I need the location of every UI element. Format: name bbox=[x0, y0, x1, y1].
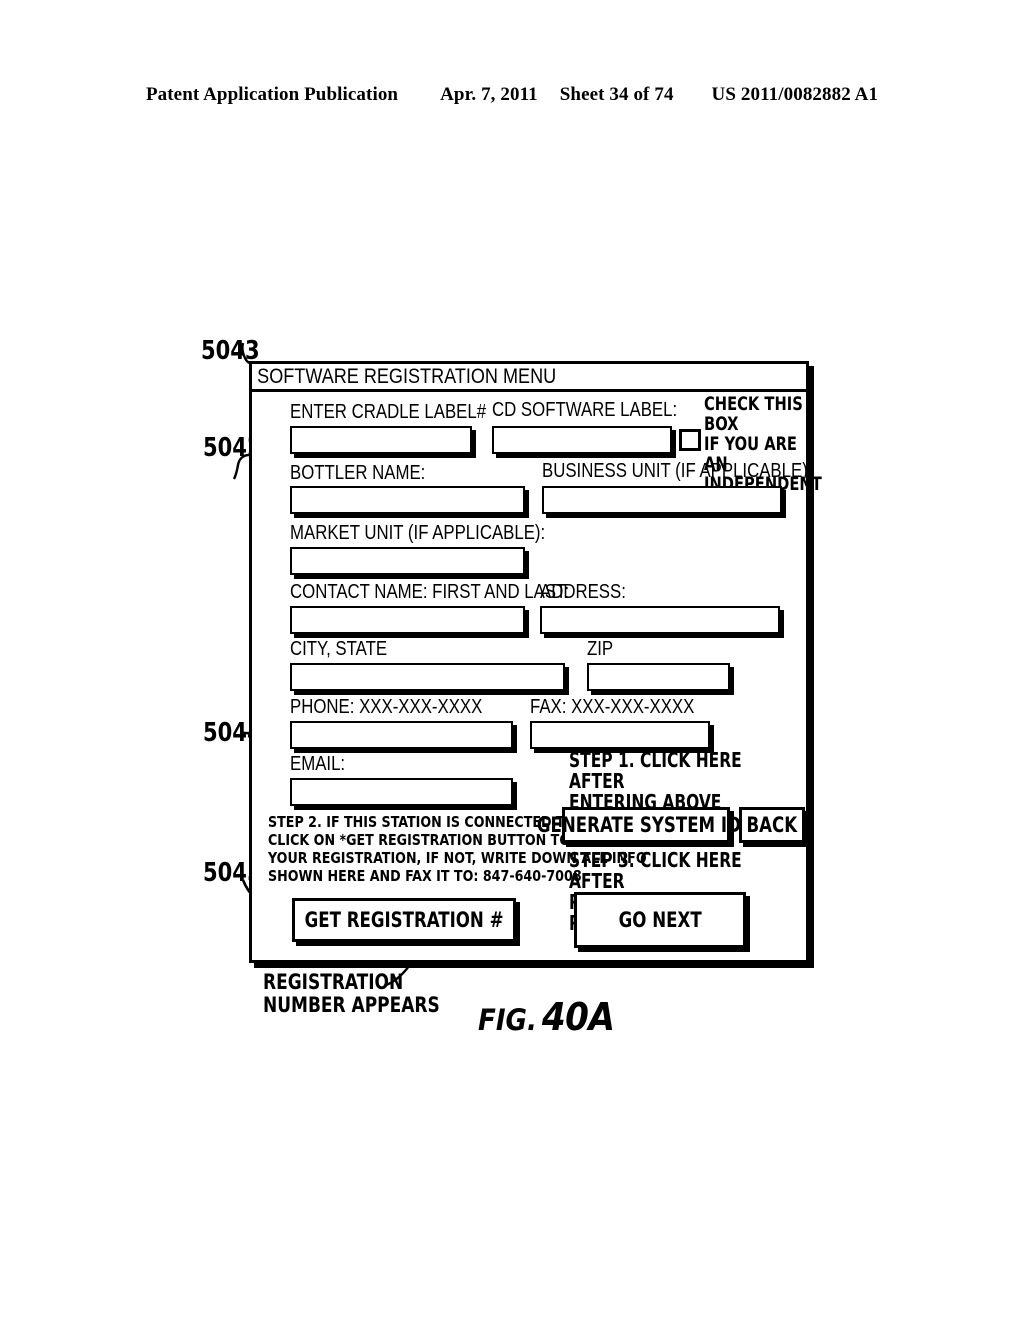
label-cd-software: CD SOFTWARE LABEL: bbox=[492, 399, 678, 421]
input-phone[interactable] bbox=[290, 721, 513, 749]
input-bottler-name[interactable] bbox=[290, 486, 525, 514]
generate-system-id-label: GENERATE SYSTEM ID# bbox=[537, 812, 755, 837]
input-contact-name[interactable] bbox=[290, 606, 525, 634]
input-cd-software-label[interactable] bbox=[492, 426, 672, 454]
label-market-unit: MARKET UNIT (IF APPLICABLE): bbox=[290, 522, 546, 544]
figure-caption-number: 40A bbox=[541, 995, 615, 1039]
label-cradle: ENTER CRADLE LABEL# bbox=[290, 401, 487, 423]
label-business-unit: BUSINESS UNIT (IF APPLICABLE): bbox=[542, 460, 813, 482]
input-city-state[interactable] bbox=[290, 663, 565, 691]
back-label: BACK bbox=[746, 812, 798, 837]
input-address[interactable] bbox=[540, 606, 780, 634]
go-next-button[interactable]: GO NEXT bbox=[574, 892, 746, 948]
input-business-unit[interactable] bbox=[542, 486, 782, 514]
dialog-title: SOFTWARE REGISTRATION MENU bbox=[257, 365, 557, 388]
input-cradle-label[interactable] bbox=[290, 426, 472, 454]
step1-instruction: STEP 1. CLICK HERE AFTER ENTERING ABOVE bbox=[569, 748, 742, 814]
input-fax[interactable] bbox=[530, 721, 710, 749]
dialog-titlebar: SOFTWARE REGISTRATION MENU bbox=[252, 364, 806, 392]
go-next-label: GO NEXT bbox=[618, 907, 702, 932]
label-fax: FAX: XXX-XXX-XXXX bbox=[530, 696, 695, 718]
software-registration-dialog: SOFTWARE REGISTRATION MENU ENTER CRADLE … bbox=[249, 361, 822, 963]
input-email[interactable] bbox=[290, 778, 513, 806]
label-zip: ZIP bbox=[587, 638, 614, 660]
generate-system-id-button[interactable]: GENERATE SYSTEM ID# bbox=[537, 807, 755, 843]
figure-caption-word: FIG. bbox=[478, 1003, 537, 1037]
label-contact-name: CONTACT NAME: FIRST AND LAST: bbox=[290, 581, 570, 603]
figure-40a: 5043 5042 5044 5045 SOFTWARE REGISTRATIO… bbox=[0, 0, 1024, 1320]
input-zip[interactable] bbox=[587, 663, 730, 691]
independent-checkbox[interactable] bbox=[679, 429, 701, 451]
registration-number-callout: REGISTRATION NUMBER APPEARS bbox=[263, 970, 440, 1017]
figure-caption: FIG. 40A bbox=[478, 995, 615, 1039]
label-city-state: CITY, STATE bbox=[290, 638, 388, 660]
back-button[interactable]: BACK bbox=[739, 807, 805, 843]
get-registration-label: GET REGISTRATION # bbox=[304, 907, 504, 932]
label-phone: PHONE: XXX-XXX-XXXX bbox=[290, 696, 483, 718]
get-registration-button[interactable]: GET REGISTRATION # bbox=[292, 898, 516, 942]
label-email: EMAIL: bbox=[290, 753, 346, 775]
input-market-unit[interactable] bbox=[290, 547, 525, 575]
label-address: ADDRESS: bbox=[540, 581, 626, 603]
label-bottler-name: BOTTLER NAME: bbox=[290, 462, 426, 484]
